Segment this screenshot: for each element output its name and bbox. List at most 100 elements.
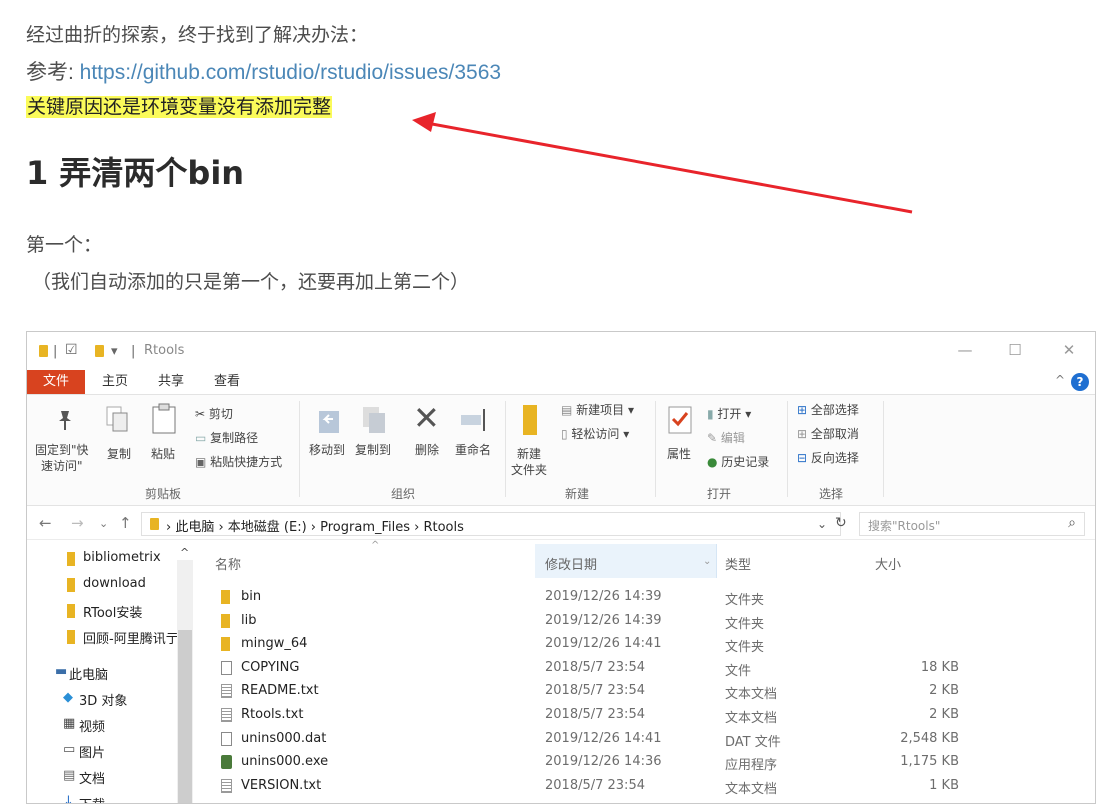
tab-share[interactable]: 共享 xyxy=(149,370,193,394)
rename-button[interactable]: 重命名 xyxy=(455,441,491,458)
tab-view[interactable]: 查看 xyxy=(205,370,249,394)
table-row[interactable]: README.txt 2018/5/7 23:54 文本文档 2 KB xyxy=(195,680,1095,703)
search-icon[interactable]: ⌕ xyxy=(1068,515,1076,531)
new-folder-icon[interactable] xyxy=(523,405,537,435)
new-folder-button[interactable]: 新建 xyxy=(517,445,541,462)
select-all-button[interactable]: ⊞ 全部选择 xyxy=(797,401,859,418)
reference-link[interactable]: https://github.com/rstudio/rstudio/issue… xyxy=(80,61,501,84)
ribbon-divider xyxy=(883,401,884,497)
minimize-button[interactable]: — xyxy=(955,341,975,359)
new-item-icon: ▤ xyxy=(561,403,577,417)
nav-item-3d-objects[interactable]: 3D 对象 xyxy=(79,690,127,709)
table-row[interactable]: unins000.exe 2019/12/26 14:36 应用程序 1,175 KB xyxy=(195,751,1095,774)
address-field[interactable]: › 此电脑 › 本地磁盘 (E:) › Program_Files › Rtoo… xyxy=(141,512,841,536)
column-header-name[interactable]: 名称 xyxy=(215,554,241,573)
checkbox-properties-icon[interactable]: ☑ xyxy=(65,342,78,358)
breadcrumb[interactable]: › 此电脑 › 本地磁盘 (E:) › Program_Files › Rtoo… xyxy=(166,516,464,535)
table-row[interactable]: VERSION.txt 2018/5/7 23:54 文本文档 1 KB xyxy=(195,775,1095,798)
easy-access-button[interactable]: ▯ 轻松访问 ▾ xyxy=(561,425,629,442)
qat-dropdown-icon[interactable]: ▾ xyxy=(111,344,118,359)
qat-separator: | xyxy=(53,344,58,359)
column-header-date[interactable]: 修改日期 xyxy=(545,554,597,573)
nav-item-pictures[interactable]: 图片 xyxy=(79,742,105,761)
collapse-ribbon-icon[interactable]: ^ xyxy=(1055,373,1065,387)
address-bar: ← → ⌄ ↑ › 此电脑 › 本地磁盘 (E:) › Program_File… xyxy=(27,508,1095,540)
copy-to-button[interactable]: 复制到 xyxy=(355,441,391,458)
new-item-button[interactable]: ▤ 新建项目 ▾ xyxy=(561,401,634,418)
column-header-type[interactable]: 类型 xyxy=(725,554,751,573)
table-row[interactable]: mingw_64 2019/12/26 14:41 文件夹 xyxy=(195,633,1095,656)
nav-item-bibliometrix[interactable]: bibliometrix xyxy=(83,550,161,565)
table-row[interactable]: Rtools.txt 2018/5/7 23:54 文本文档 2 KB xyxy=(195,704,1095,727)
pin-quick-access-label-2[interactable]: 速访问" xyxy=(41,457,83,474)
nav-item-rtool-install[interactable]: RTool安装 xyxy=(83,602,142,621)
pin-icon[interactable] xyxy=(55,409,75,431)
nav-item-review[interactable]: 回顾-阿里腾讯亍 xyxy=(83,628,179,647)
file-name: VERSION.txt xyxy=(241,777,322,793)
delete-icon[interactable]: ✕ xyxy=(413,399,440,437)
nav-item-downloads[interactable]: 下载 xyxy=(79,794,105,803)
paste-button[interactable]: 粘贴 xyxy=(151,445,175,462)
table-row[interactable]: unins000.dat 2019/12/26 14:41 DAT 文件 2,548 … xyxy=(195,728,1095,751)
nav-scrollbar-thumb[interactable] xyxy=(178,630,192,803)
nav-item-videos[interactable]: 视频 xyxy=(79,716,105,735)
tab-home[interactable]: 主页 xyxy=(93,370,137,394)
back-button[interactable]: ← xyxy=(39,514,52,532)
new-folder-button-line2[interactable]: 文件夹 xyxy=(511,461,547,478)
select-none-button[interactable]: ⊞ 全部取消 xyxy=(797,425,859,442)
column-header-size[interactable]: 大小 xyxy=(875,554,901,573)
forward-button[interactable]: → xyxy=(71,514,84,532)
cut-button[interactable]: ✂ 剪切 xyxy=(195,405,233,422)
table-row[interactable]: lib 2019/12/26 14:39 文件夹 xyxy=(195,610,1095,633)
arrow-head xyxy=(412,112,436,132)
copy-path-button[interactable]: ▭ 复制路径 xyxy=(195,429,258,446)
history-button[interactable]: ● 历史记录 xyxy=(707,453,769,470)
search-placeholder: 搜索"Rtools" xyxy=(868,519,941,533)
maximize-button[interactable]: ☐ xyxy=(1005,341,1025,359)
properties-button[interactable]: 属性 xyxy=(667,445,691,462)
delete-button[interactable]: 删除 xyxy=(415,441,439,458)
paste-shortcut-button[interactable]: ▣ 粘贴快捷方式 xyxy=(195,453,282,470)
paste-shortcut-icon: ▣ xyxy=(195,455,211,469)
file-name: unins000.exe xyxy=(241,754,329,770)
table-row[interactable]: COPYING 2018/5/7 23:54 文件 18 KB xyxy=(195,657,1095,680)
recent-dropdown-icon[interactable]: ⌄ xyxy=(99,517,108,530)
move-to-icon[interactable] xyxy=(317,405,345,435)
file-name: COPYING xyxy=(241,659,300,675)
first-bin-label: 第一个： xyxy=(26,234,103,256)
text-file-icon xyxy=(221,708,232,722)
invert-selection-button[interactable]: ⊟ 反向选择 xyxy=(797,449,859,466)
dat-file-icon xyxy=(221,731,232,746)
copy-to-icon[interactable] xyxy=(361,405,389,435)
refresh-icon[interactable]: ↻ xyxy=(835,515,847,531)
file-size: 1 KB xyxy=(929,777,959,793)
new-folder-qat-icon[interactable] xyxy=(95,345,104,357)
tab-file[interactable]: 文件 xyxy=(27,370,85,394)
copy-button[interactable]: 复制 xyxy=(107,445,131,462)
copy-icon[interactable] xyxy=(105,405,129,433)
help-icon[interactable]: ? xyxy=(1071,373,1089,391)
file-type: 文本文档 xyxy=(725,711,778,726)
reference-label: 参考: xyxy=(26,61,80,84)
address-dropdown-icon[interactable]: ⌄ xyxy=(817,517,827,531)
documents-icon: ▤ xyxy=(63,768,76,783)
paste-icon[interactable] xyxy=(151,403,177,435)
search-input[interactable]: 搜索"Rtools" ⌕ xyxy=(859,512,1085,536)
key-reason-line: 关键原因还是环境变量没有添加完整 xyxy=(26,92,333,119)
move-to-button[interactable]: 移动到 xyxy=(309,441,345,458)
open-group-label: 打开 xyxy=(707,487,732,501)
up-button[interactable]: ↑ xyxy=(119,514,132,532)
nav-item-download[interactable]: download xyxy=(83,576,146,591)
edit-button[interactable]: ✎ 编辑 xyxy=(707,429,745,446)
nav-item-documents[interactable]: 文档 xyxy=(79,768,105,787)
table-row[interactable]: bin 2019/12/26 14:39 文件夹 xyxy=(195,586,1095,609)
rename-icon[interactable] xyxy=(459,407,491,433)
open-button[interactable]: ▮ 打开 ▾ xyxy=(707,405,751,422)
column-dropdown-icon[interactable]: ⌄ xyxy=(703,556,711,567)
nav-item-this-pc[interactable]: 此电脑 xyxy=(69,664,108,683)
arrow-line xyxy=(431,122,913,214)
pin-quick-access-label[interactable]: 固定到"快 xyxy=(35,441,89,458)
properties-icon[interactable] xyxy=(667,405,695,437)
scroll-up-icon[interactable]: ^ xyxy=(180,546,189,559)
close-button[interactable]: ✕ xyxy=(1059,341,1079,359)
